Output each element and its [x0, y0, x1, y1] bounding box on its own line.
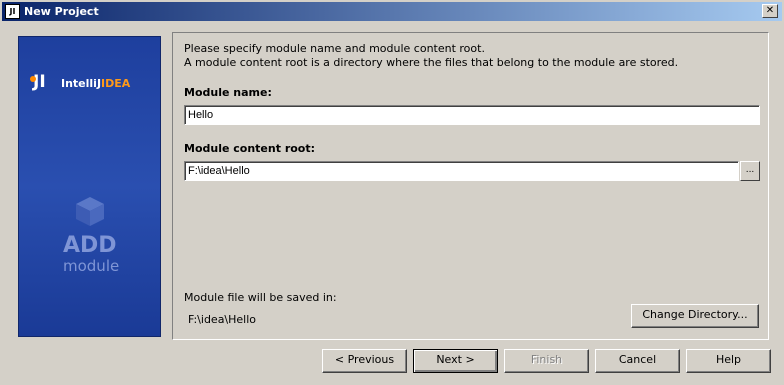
saved-in-label: Module file will be saved in:	[184, 291, 337, 304]
intellij-logo-icon: JI	[30, 72, 55, 94]
previous-button[interactable]: < Previous	[322, 349, 407, 373]
module-banner-text: module	[63, 257, 120, 275]
new-project-dialog: JI New Project ✕ JI IntelliJIDEA ADD mod…	[0, 0, 784, 385]
title-bar[interactable]: JI New Project ✕	[2, 2, 782, 21]
intellij-idea-logo: JI IntelliJIDEA	[30, 72, 131, 94]
finish-button[interactable]: Finish	[504, 349, 589, 373]
close-icon[interactable]: ✕	[762, 4, 778, 18]
wizard-banner: JI IntelliJIDEA ADD module	[18, 36, 161, 337]
cancel-button[interactable]: Cancel	[595, 349, 680, 373]
saved-in-path: F:\idea\Hello	[188, 313, 257, 326]
logo-wordmark: IntelliJIDEA	[61, 76, 131, 90]
module-name-label: Module name:	[184, 86, 272, 99]
intellij-app-icon: JI	[5, 4, 20, 19]
change-directory-button[interactable]: Change Directory...	[631, 304, 759, 328]
browse-button[interactable]: ...	[740, 161, 760, 181]
help-button[interactable]: Help	[686, 349, 771, 373]
next-button[interactable]: Next >	[413, 349, 498, 373]
description-line-1: Please specify module name and module co…	[184, 42, 485, 55]
add-banner-text: ADD	[63, 233, 117, 258]
content-root-label: Module content root:	[184, 142, 316, 155]
description: Please specify module name and module co…	[184, 42, 764, 70]
content-panel: Please specify module name and module co…	[172, 32, 769, 340]
description-line-2: A module content root is a directory whe…	[184, 56, 679, 69]
module-name-input[interactable]	[184, 105, 760, 125]
content-root-input[interactable]	[184, 161, 739, 181]
window-title: New Project	[24, 5, 99, 18]
cube-icon	[76, 197, 104, 226]
